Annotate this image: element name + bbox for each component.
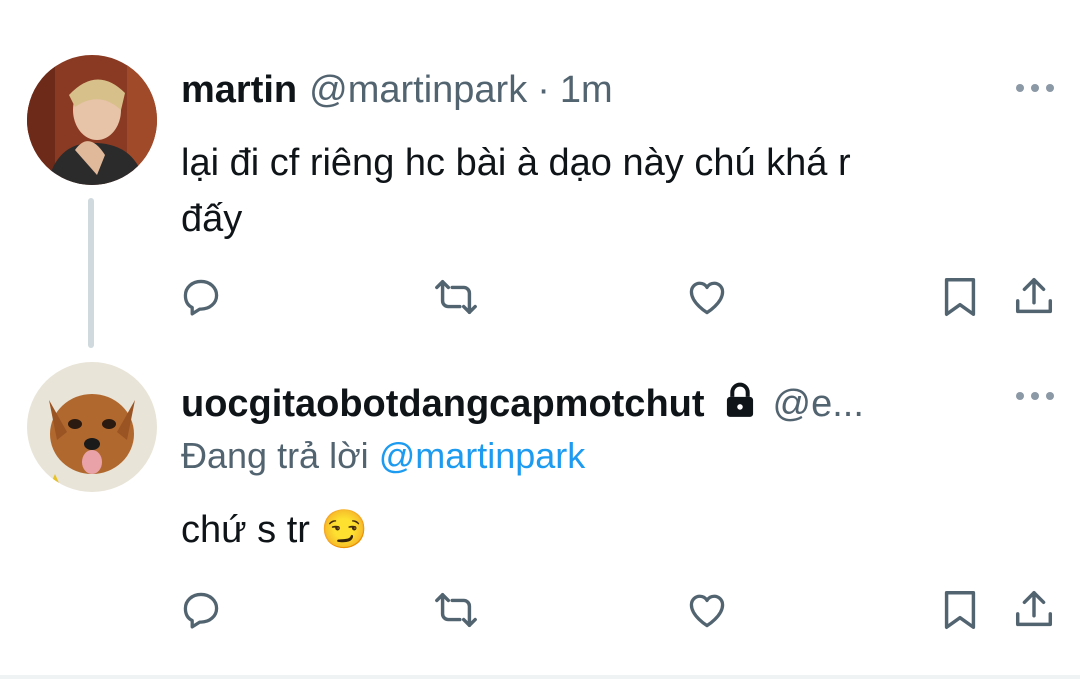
tweet-text: lại đi cf riêng hc bài à dạo này chú khá…	[181, 135, 1001, 247]
thread-line	[88, 198, 94, 348]
avatar-martin[interactable]	[27, 55, 157, 185]
divider	[0, 675, 1080, 679]
more-icon[interactable]	[1016, 391, 1054, 401]
handle[interactable]: @martinpark	[309, 68, 527, 112]
tweet-header: uocgitaobotdangcapmotchut @e...	[181, 376, 864, 426]
timestamp[interactable]: 1m	[560, 68, 613, 112]
tweet-text: chứ s tr 😏	[181, 502, 1001, 558]
tweet-text-line: chứ s tr 😏	[181, 509, 368, 551]
replying-to-handle-link[interactable]: @martinpark	[379, 435, 586, 476]
display-name[interactable]: martin	[181, 68, 297, 112]
like-icon[interactable]	[683, 586, 731, 634]
share-icon[interactable]	[1010, 273, 1058, 321]
tweet-header: martin @martinpark · 1m	[181, 68, 613, 112]
replying-to-prefix: Đang trả lời	[181, 435, 379, 476]
bookmark-icon[interactable]	[936, 586, 984, 634]
tweet-text-line: đấy	[181, 198, 243, 240]
retweet-icon[interactable]	[432, 586, 480, 634]
lock-icon	[721, 380, 759, 430]
retweet-icon[interactable]	[432, 273, 480, 321]
bookmark-icon[interactable]	[936, 273, 984, 321]
tweet-text-line: lại đi cf riêng hc bài à dạo này chú khá…	[181, 142, 851, 184]
handle[interactable]: @e...	[773, 382, 864, 426]
avatar-uocgitaobotdangcapmotchut[interactable]	[27, 362, 157, 492]
reply-icon[interactable]	[177, 586, 225, 634]
like-icon[interactable]	[683, 273, 731, 321]
reply-icon[interactable]	[177, 273, 225, 321]
separator: ·	[537, 69, 550, 111]
replying-to: Đang trả lời @martinpark	[181, 434, 585, 478]
display-name[interactable]: uocgitaobotdangcapmotchut	[181, 382, 705, 426]
share-icon[interactable]	[1010, 586, 1058, 634]
more-icon[interactable]	[1016, 83, 1054, 93]
